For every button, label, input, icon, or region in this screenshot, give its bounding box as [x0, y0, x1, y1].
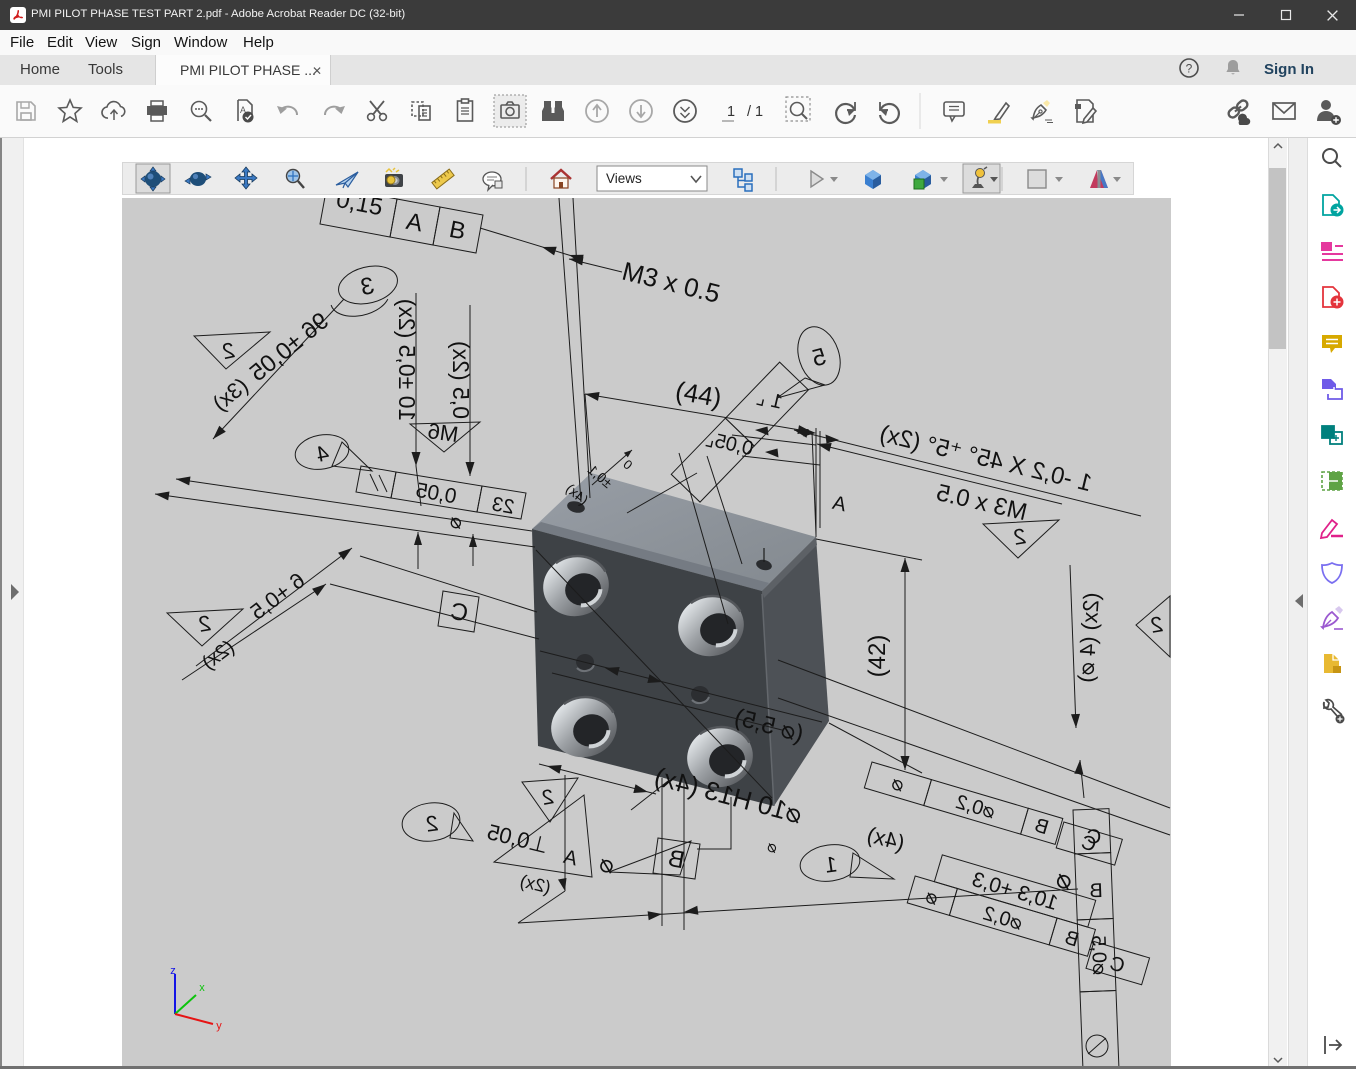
svg-text:⌀: ⌀ [923, 885, 941, 910]
svg-text:3: 3 [358, 272, 377, 301]
svg-text:B: B [447, 216, 468, 246]
svg-text:A: A [561, 846, 580, 871]
svg-text:⌀0,5: ⌀0,5 [1087, 935, 1111, 976]
svg-text:x: x [199, 982, 205, 994]
svg-text:2: 2 [540, 785, 556, 810]
svg-text:Views: Views [606, 171, 642, 186]
svg-text:2: 2 [424, 810, 440, 836]
svg-text:2: 2 [1148, 611, 1164, 638]
svg-text:1: 1 [823, 851, 839, 877]
svg-text:⌀: ⌀ [597, 850, 618, 880]
svg-text:10,3 +0,3: 10,3 +0,3 [969, 868, 1060, 915]
svg-text:0,05⌞: 0,05⌞ [703, 428, 755, 460]
svg-text:B: B [1089, 880, 1103, 902]
svg-text:M3 x 0.5: M3 x 0.5 [619, 256, 723, 309]
svg-text:2: 2 [1011, 523, 1027, 550]
svg-text:⌀: ⌀ [1053, 863, 1076, 896]
svg-text:M3 x 0.5: M3 x 0.5 [934, 479, 1030, 526]
svg-text:⌀: ⌀ [765, 838, 779, 857]
svg-text:0,5 (2x): 0,5 (2x) [448, 341, 474, 419]
svg-text:C: C [448, 598, 470, 628]
svg-text:4: 4 [314, 440, 330, 467]
svg-text:2: 2 [196, 610, 212, 637]
svg-text:96 ±0,05: 96 ±0,05 [245, 307, 334, 387]
svg-text:5: 5 [809, 343, 829, 373]
svg-text:(2x) (4 ⌀): (2x) (4 ⌀) [1073, 592, 1104, 684]
svg-text:2: 2 [220, 337, 237, 364]
svg-text:(2x): (2x) [518, 871, 553, 898]
svg-text:z: z [170, 965, 176, 977]
svg-text:1: 1 [727, 104, 735, 120]
svg-text:23: 23 [490, 493, 516, 519]
svg-text:0,15: 0,15 [334, 198, 385, 221]
svg-text:C: C [1086, 826, 1101, 849]
svg-text:y: y [216, 1020, 222, 1032]
svg-text:⌀: ⌀ [448, 510, 464, 534]
svg-text:(42): (42) [864, 635, 891, 678]
svg-text:⊥0,05: ⊥0,05 [485, 819, 551, 858]
svg-text:⌀0,2: ⌀0,2 [953, 791, 997, 823]
svg-text:(44): (44) [673, 375, 724, 413]
svg-text:(2x): (2x) [198, 636, 239, 674]
svg-text:10 ±0,5 (2x): 10 ±0,5 (2x) [394, 299, 420, 422]
svg-text:(3x): (3x) [208, 373, 253, 416]
svg-text:A: A [830, 492, 849, 517]
svg-text:?: ? [1186, 62, 1193, 76]
svg-text:⌀: ⌀ [889, 772, 907, 797]
svg-text:B: B [1032, 814, 1051, 839]
svg-text:/ 1: / 1 [747, 104, 763, 120]
svg-text:⌀0,2: ⌀0,2 [980, 902, 1024, 934]
svg-text:(4x): (4x) [864, 822, 907, 856]
svg-text:A: A [404, 208, 425, 238]
svg-text:M6: M6 [426, 418, 460, 447]
svg-text:1 ⌞: 1 ⌞ [754, 387, 784, 414]
